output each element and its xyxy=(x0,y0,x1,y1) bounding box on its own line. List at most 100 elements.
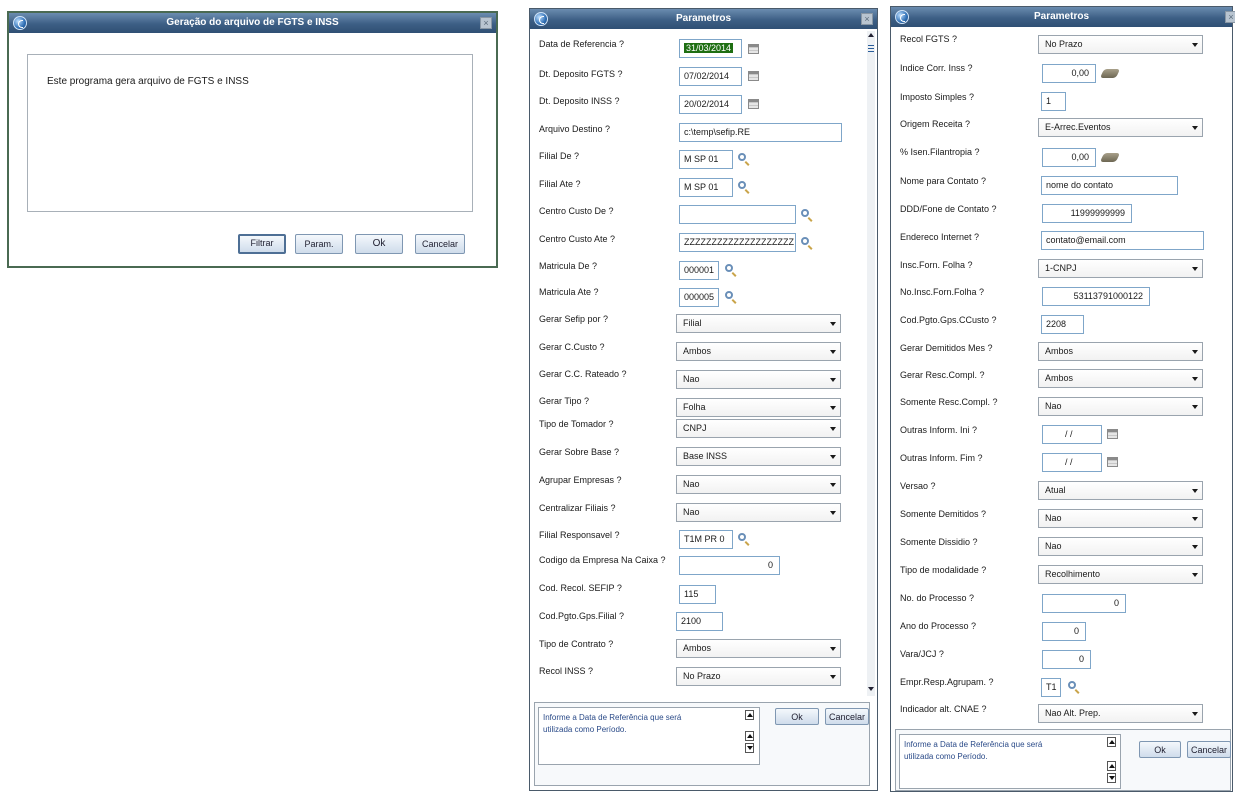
cancelar-button[interactable]: Cancelar xyxy=(1187,741,1231,758)
memo-scroll-up-icon[interactable] xyxy=(745,731,754,741)
input-arquivo-destino[interactable]: c:\temp\sefip.RE xyxy=(679,123,842,142)
calendar-icon[interactable] xyxy=(1107,429,1118,439)
ok-button[interactable]: Ok xyxy=(1139,741,1181,758)
input-empr-resp-agrupam[interactable]: T1 xyxy=(1041,678,1061,697)
parameters-scrollbar[interactable] xyxy=(867,31,875,696)
select-versao[interactable]: Atual xyxy=(1038,481,1203,500)
close-icon[interactable]: × xyxy=(480,17,492,29)
memo-scroll-down-icon[interactable] xyxy=(1107,773,1116,783)
param-button[interactable]: Param. xyxy=(295,234,343,254)
input-ano-processo[interactable]: 0 xyxy=(1042,622,1086,641)
search-icon[interactable] xyxy=(725,264,733,272)
calendar-icon[interactable] xyxy=(1107,457,1118,467)
input-cod-recol-sefip[interactable]: 115 xyxy=(679,585,716,604)
select-somente-demitidos[interactable]: Nao xyxy=(1038,509,1203,528)
chevron-down-icon xyxy=(830,455,836,459)
input-dt-deposito-inss[interactable]: 20/02/2014 xyxy=(679,95,742,114)
input-endereco-internet[interactable]: contato@email.com xyxy=(1041,231,1204,250)
chevron-down-icon xyxy=(830,483,836,487)
select-agrupar-empresas[interactable]: Nao xyxy=(676,475,841,494)
input-isen-filantropia[interactable]: 0,00 xyxy=(1042,148,1096,167)
input-outras-inform-ini[interactable]: / / xyxy=(1042,425,1102,444)
search-icon[interactable] xyxy=(725,291,733,299)
input-cod-pgto-gps-filial[interactable]: 2100 xyxy=(676,612,723,631)
memo-scroll-up-icon[interactable] xyxy=(1107,761,1116,771)
input-dt-deposito-fgts[interactable]: 07/02/2014 xyxy=(679,67,742,86)
close-icon[interactable]: × xyxy=(861,13,873,25)
cancelar-button[interactable]: Cancelar xyxy=(415,234,465,254)
select-recol-fgts[interactable]: No Prazo xyxy=(1038,35,1203,54)
input-matricula-de[interactable]: 000001 xyxy=(679,261,719,280)
chevron-down-icon xyxy=(830,647,836,651)
input-centro-custo-de[interactable] xyxy=(679,205,796,224)
scroll-up-icon[interactable] xyxy=(868,33,874,37)
select-gerar-demitidos-mes[interactable]: Ambos xyxy=(1038,342,1203,361)
calendar-icon[interactable] xyxy=(748,99,759,109)
memo-scroll-up-icon[interactable] xyxy=(1107,737,1116,747)
select-gerar-ccusto[interactable]: Ambos xyxy=(676,342,841,361)
search-icon[interactable] xyxy=(801,237,809,245)
select-recol-inss[interactable]: No Prazo xyxy=(676,667,841,686)
input-filial-responsavel[interactable]: T1M PR 0 xyxy=(679,530,733,549)
label-recol-inss: Recol INSS ? xyxy=(539,666,594,676)
select-gerar-cc-rateado[interactable]: Nao xyxy=(676,370,841,389)
input-filial-de[interactable]: M SP 01 xyxy=(679,150,733,169)
input-no-processo[interactable]: 0 xyxy=(1042,594,1126,613)
select-gerar-sobre-base-value: Base INSS xyxy=(683,451,728,461)
chevron-down-icon xyxy=(1192,267,1198,271)
select-insc-forn-folha[interactable]: 1-CNPJ xyxy=(1038,259,1203,278)
app-logo-icon xyxy=(534,12,548,26)
input-matricula-ate[interactable]: 000005 xyxy=(679,288,719,307)
label-dt-deposito-fgts: Dt. Deposito FGTS ? xyxy=(539,69,623,79)
select-centralizar-filiais[interactable]: Nao xyxy=(676,503,841,522)
search-icon[interactable] xyxy=(1068,681,1076,689)
input-codigo-empresa-caixa[interactable]: 0 xyxy=(679,556,780,575)
calendar-icon[interactable] xyxy=(748,71,759,81)
chevron-down-icon xyxy=(1192,545,1198,549)
label-filial-de: Filial De ? xyxy=(539,151,580,161)
search-icon[interactable] xyxy=(738,533,746,541)
input-indice-corr-inss[interactable]: 0,00 xyxy=(1042,64,1096,83)
help-memo: Informe a Data de Referência que será ut… xyxy=(899,734,1121,789)
select-gerar-tipo[interactable]: Folha xyxy=(676,398,841,417)
cancelar-button[interactable]: Cancelar xyxy=(825,708,869,725)
input-no-insc-forn-folha[interactable]: 53113791000122 xyxy=(1042,287,1150,306)
search-icon[interactable] xyxy=(738,181,746,189)
select-somente-resc-compl[interactable]: Nao xyxy=(1038,397,1203,416)
help-text: Informe a Data de Referência que será ut… xyxy=(904,739,1042,763)
input-centro-custo-ate[interactable]: ZZZZZZZZZZZZZZZZZZZZ xyxy=(679,233,796,252)
parametros-dialog-left: Parametros × Data de Referencia ? 31/03/… xyxy=(529,8,878,791)
select-gerar-resc-compl[interactable]: Ambos xyxy=(1038,369,1203,388)
input-imposto-simples[interactable]: 1 xyxy=(1041,92,1066,111)
filtrar-button[interactable]: Filtrar xyxy=(238,234,286,254)
ok-button[interactable]: Ok xyxy=(775,708,819,725)
select-tipo-tomador[interactable]: CNPJ xyxy=(676,419,841,438)
input-outras-inform-fim[interactable]: / / xyxy=(1042,453,1102,472)
input-cod-pgto-gps-ccusto[interactable]: 2208 xyxy=(1041,315,1084,334)
input-data-referencia[interactable]: 31/03/2014 xyxy=(679,39,742,58)
input-nome-contato[interactable]: nome do contato xyxy=(1041,176,1178,195)
scroll-down-icon[interactable] xyxy=(868,687,874,691)
ok-button[interactable]: Ok xyxy=(355,234,403,254)
select-gerar-sefip-por[interactable]: Filial xyxy=(676,314,841,333)
calculator-icon[interactable] xyxy=(1099,69,1121,78)
select-somente-dissidio[interactable]: Nao xyxy=(1038,537,1203,556)
calendar-icon[interactable] xyxy=(748,44,759,54)
select-origem-receita[interactable]: E-Arrec.Eventos xyxy=(1038,118,1203,137)
select-indicador-alt-cnae[interactable]: Nao Alt. Prep. xyxy=(1038,704,1203,723)
app-logo-icon xyxy=(895,10,909,24)
search-icon[interactable] xyxy=(801,209,809,217)
select-tipo-contrato[interactable]: Ambos xyxy=(676,639,841,658)
close-icon[interactable]: × xyxy=(1225,11,1235,23)
scroll-thumb[interactable] xyxy=(868,45,874,52)
search-icon[interactable] xyxy=(738,153,746,161)
input-filial-ate[interactable]: M SP 01 xyxy=(679,178,733,197)
input-ddd-fone[interactable]: 11999999999 xyxy=(1042,204,1132,223)
calculator-icon[interactable] xyxy=(1099,153,1121,162)
label-filial-ate: Filial Ate ? xyxy=(539,179,581,189)
memo-scroll-up-icon[interactable] xyxy=(745,710,754,720)
input-vara-jcj[interactable]: 0 xyxy=(1042,650,1091,669)
select-gerar-sobre-base[interactable]: Base INSS xyxy=(676,447,841,466)
select-tipo-modalidade[interactable]: Recolhimento xyxy=(1038,565,1203,584)
memo-scroll-down-icon[interactable] xyxy=(745,743,754,753)
